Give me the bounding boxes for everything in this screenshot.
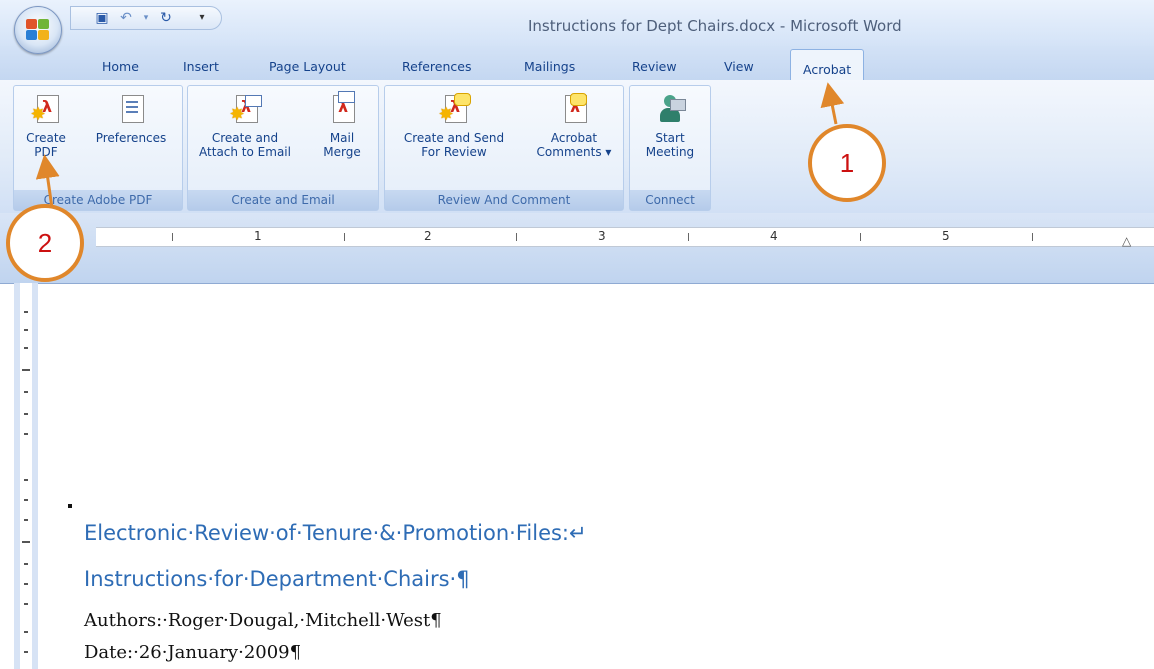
create-and-attach-to-email-button[interactable]: λ✸ Create and Attach to Email <box>192 88 298 159</box>
ruler-tick <box>172 233 173 241</box>
preferences-icon <box>115 93 147 125</box>
create-and-send-for-review-button[interactable]: λ ✸ Create and Send For Review <box>389 88 519 159</box>
office-logo-icon <box>26 19 50 41</box>
group-create-adobe-pdf: λ ✸ Create PDF Preferences Create Adobe P… <box>13 85 183 211</box>
ruler-tick <box>1032 233 1033 241</box>
ruler-tick <box>516 233 517 241</box>
start-meeting-button[interactable]: Start Meeting <box>634 88 706 159</box>
customize-dropdown-icon[interactable]: ▾ <box>193 9 211 27</box>
ruler-area: 1 2 3 4 5 △ <box>0 213 1154 284</box>
ruler-number: 5 <box>942 229 950 243</box>
ribbon: λ ✸ Create PDF Preferences Create Adobe P… <box>0 80 1154 214</box>
tab-view[interactable]: View <box>724 46 754 80</box>
ruler-number: 4 <box>770 229 778 243</box>
acrobat-comments-icon: λ <box>558 93 590 125</box>
mail-merge-label-1: Mail <box>329 131 355 145</box>
group-label-review-and-comment: Review And Comment <box>385 190 623 210</box>
send-review-label-1: Create and Send <box>403 131 505 145</box>
mail-merge-label-2: Merge <box>323 145 361 159</box>
create-pdf-button[interactable]: λ ✸ Create PDF <box>18 88 74 159</box>
ruler-number: 1 <box>254 229 262 243</box>
group-review-and-comment: λ ✸ Create and Send For Review λ Acrobat … <box>384 85 624 211</box>
callout-2: 2 <box>6 204 84 282</box>
attach-to-email-icon: λ✸ <box>229 93 262 125</box>
preferences-label: Preferences <box>95 131 167 145</box>
tab-references[interactable]: References <box>402 46 471 80</box>
send-review-label-2: For Review <box>421 145 487 159</box>
mail-merge-button[interactable]: λ Mail Merge <box>312 88 372 159</box>
paragraph-mark-icon <box>68 504 72 508</box>
attach-email-label-2: Attach to Email <box>199 145 291 159</box>
acrobat-comments-label-1: Acrobat <box>550 131 598 145</box>
title-bar: ▣ ↶ ▾ ↻ ▾ Instructions for Dept Chairs.d… <box>0 0 1154 54</box>
ruler-tick <box>344 233 345 241</box>
tab-home[interactable]: Home <box>102 46 139 80</box>
acrobat-comments-button[interactable]: λ Acrobat Comments ▾ <box>529 88 619 159</box>
start-meeting-label-1: Start <box>655 131 685 145</box>
tab-mailings[interactable]: Mailings <box>524 46 575 80</box>
office-button[interactable] <box>14 6 62 54</box>
mail-merge-icon: λ <box>326 91 358 125</box>
acrobat-comments-label-2: Comments ▾ <box>536 145 612 159</box>
preferences-button[interactable]: Preferences <box>86 88 176 145</box>
document-authors: Authors:·Roger·Dougal,·Mitchell·West¶ <box>84 610 442 631</box>
tab-insert[interactable]: Insert <box>183 46 219 80</box>
group-create-and-email: λ✸ Create and Attach to Email λ Mail Mer… <box>187 85 379 211</box>
ribbon-tabs: Home Insert Page Layout References Maili… <box>0 46 1154 83</box>
right-indent-marker-icon[interactable]: △ <box>1122 234 1131 248</box>
undo-dropdown-icon[interactable]: ▾ <box>137 9 155 27</box>
ruler-number: 3 <box>598 229 606 243</box>
attach-email-label-1: Create and <box>211 131 279 145</box>
ruler-tick <box>860 233 861 241</box>
start-meeting-icon <box>654 93 686 125</box>
send-for-review-icon: λ ✸ <box>438 93 471 125</box>
ruler-tick <box>688 233 689 241</box>
quick-access-toolbar: ▣ ↶ ▾ ↻ ▾ <box>70 6 222 30</box>
create-pdf-label-1: Create <box>26 131 66 145</box>
horizontal-ruler[interactable]: 1 2 3 4 5 △ <box>96 227 1154 248</box>
document-heading-2: Instructions·for·Department·Chairs·¶ <box>84 567 470 591</box>
group-label-connect: Connect <box>630 190 710 210</box>
group-connect: Start Meeting Connect <box>629 85 711 211</box>
redo-icon[interactable]: ↻ <box>157 9 175 27</box>
document-date: Date:·26·January·2009¶ <box>84 642 302 663</box>
create-pdf-icon: λ ✸ <box>30 93 62 125</box>
tab-review[interactable]: Review <box>632 46 677 80</box>
callout-1: 1 <box>808 124 886 202</box>
group-label-create-and-email: Create and Email <box>188 190 378 210</box>
window-title: Instructions for Dept Chairs.docx - Micr… <box>528 17 902 35</box>
start-meeting-label-2: Meeting <box>645 145 695 159</box>
tab-acrobat[interactable]: Acrobat <box>790 49 865 83</box>
document-heading-1: Electronic·Review·of·Tenure·&·Promotion·… <box>84 521 587 545</box>
vertical-ruler[interactable] <box>14 283 38 669</box>
ruler-number: 2 <box>424 229 432 243</box>
document-page[interactable]: Electronic·Review·of·Tenure·&·Promotion·… <box>40 284 1154 669</box>
create-pdf-label-2: PDF <box>34 145 58 159</box>
undo-icon[interactable]: ↶ <box>117 9 135 27</box>
save-icon[interactable]: ▣ <box>93 9 111 27</box>
tab-page-layout[interactable]: Page Layout <box>269 46 346 80</box>
